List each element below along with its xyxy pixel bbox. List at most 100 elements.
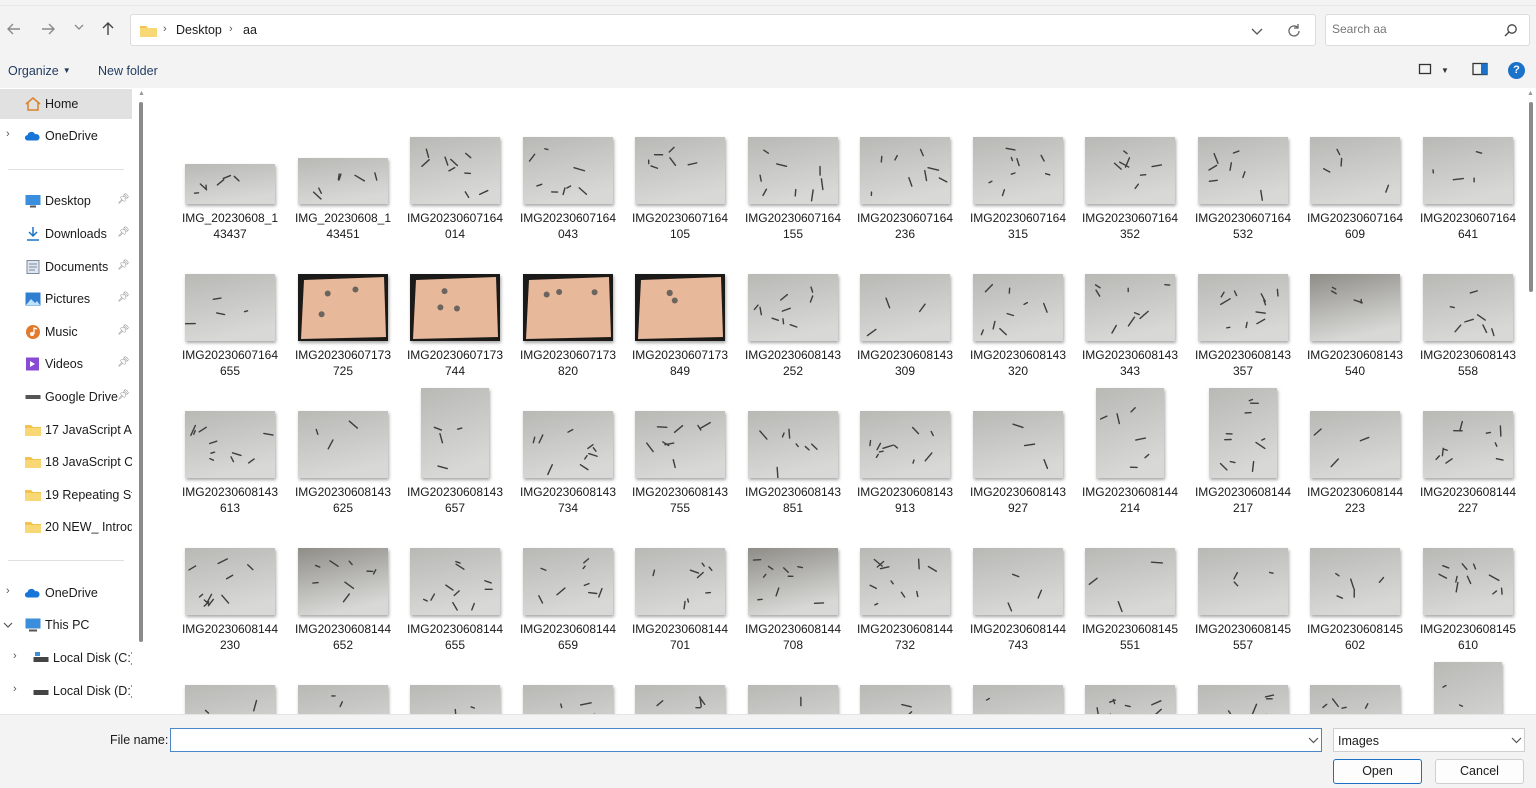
back-button[interactable] xyxy=(3,18,25,40)
file-item[interactable]: IMG20230608143558 xyxy=(1412,241,1524,378)
nav-scrollbar[interactable]: ▲ xyxy=(136,88,148,714)
file-item[interactable]: IMG20230608145610 xyxy=(1412,515,1524,652)
nav-item-local-disk-d[interactable]: › Local Disk (D:) xyxy=(0,676,132,706)
file-name-input[interactable] xyxy=(175,732,1295,746)
file-item[interactable] xyxy=(737,652,849,714)
chevron-down-icon[interactable] xyxy=(3,620,13,630)
recent-locations-button[interactable] xyxy=(68,18,90,40)
nav-item-pictures[interactable]: Pictures 📌︎ xyxy=(0,284,132,314)
file-item[interactable]: IMG20230607164609 xyxy=(1299,104,1411,241)
nav-item-google-drive[interactable]: Google Drive 📌︎ xyxy=(0,382,132,412)
file-item[interactable]: IMG20230608144217 xyxy=(1187,378,1299,515)
file-item[interactable]: IMG20230607173725 xyxy=(287,241,399,378)
view-dropdown-icon[interactable]: ▼ xyxy=(1441,66,1449,75)
file-item[interactable]: IMG20230608145602 xyxy=(1299,515,1411,652)
up-button[interactable] xyxy=(97,18,119,40)
breadcrumb-aa[interactable]: aa xyxy=(243,23,257,37)
file-item[interactable]: IMG_20230608_143451 xyxy=(287,104,399,241)
search-input[interactable] xyxy=(1332,22,1492,36)
file-item[interactable]: IMG20230607164352 xyxy=(1074,104,1186,241)
nav-item-documents[interactable]: Documents 📌︎ xyxy=(0,252,132,282)
nav-item-folder-19[interactable]: 19 Repeating St xyxy=(0,480,132,510)
chevron-right-icon[interactable]: › xyxy=(13,650,17,662)
pin-icon[interactable]: 📌︎ xyxy=(117,390,130,401)
file-item[interactable]: IMG20230607164655 xyxy=(174,241,286,378)
pin-icon[interactable]: 📌︎ xyxy=(117,357,130,368)
preview-pane-icon[interactable] xyxy=(1472,62,1488,76)
file-item[interactable] xyxy=(1074,652,1186,714)
file-item[interactable] xyxy=(399,652,511,714)
file-item[interactable]: IMG20230608144652 xyxy=(287,515,399,652)
file-item[interactable]: IMG20230608143357 xyxy=(1187,241,1299,378)
view-options-icon[interactable] xyxy=(1418,62,1432,76)
file-item[interactable] xyxy=(849,652,961,714)
nav-item-videos[interactable]: Videos 📌︎ xyxy=(0,349,132,379)
file-item[interactable] xyxy=(287,652,399,714)
file-item[interactable]: IMG20230608143851 xyxy=(737,378,849,515)
file-item[interactable]: IMG20230608143252 xyxy=(737,241,849,378)
file-item[interactable]: IMG20230608143734 xyxy=(512,378,624,515)
file-type-select[interactable]: Images xyxy=(1333,728,1525,752)
pin-icon[interactable]: 📌︎ xyxy=(117,325,130,336)
file-item[interactable]: IMG20230608143613 xyxy=(174,378,286,515)
chevron-down-icon[interactable] xyxy=(1511,735,1522,746)
pin-icon[interactable]: 📌︎ xyxy=(117,292,130,303)
help-button[interactable]: ? xyxy=(1508,62,1525,79)
breadcrumb-desktop[interactable]: Desktop xyxy=(176,23,222,37)
pin-icon[interactable]: 📌︎ xyxy=(117,227,130,238)
file-item[interactable]: IMG20230607173820 xyxy=(512,241,624,378)
nav-item-folder-18[interactable]: 18 JavaScript Ob xyxy=(0,447,132,477)
file-item[interactable]: IMG20230608143657 xyxy=(399,378,511,515)
file-item[interactable]: IMG20230608143755 xyxy=(624,378,736,515)
file-item[interactable]: IMG20230608143309 xyxy=(849,241,961,378)
file-item[interactable] xyxy=(512,652,624,714)
file-item[interactable]: IMG20230608143320 xyxy=(962,241,1074,378)
nav-item-local-disk-c[interactable]: › Local Disk (C:) xyxy=(0,643,132,673)
forward-button[interactable] xyxy=(37,18,59,40)
nav-item-onedrive-2[interactable]: › OneDrive xyxy=(0,578,132,608)
new-folder-button[interactable]: New folder xyxy=(98,64,158,78)
file-item[interactable]: IMG20230608143927 xyxy=(962,378,1074,515)
refresh-icon[interactable] xyxy=(1285,22,1303,40)
file-item[interactable]: IMG20230608144230 xyxy=(174,515,286,652)
file-item[interactable]: IMG20230608144214 xyxy=(1074,378,1186,515)
file-item[interactable]: IMG20230608144227 xyxy=(1412,378,1524,515)
nav-item-onedrive[interactable]: › OneDrive xyxy=(0,121,132,151)
file-item[interactable]: IMG20230608144732 xyxy=(849,515,961,652)
cancel-button[interactable]: Cancel xyxy=(1435,759,1524,784)
file-item[interactable] xyxy=(624,652,736,714)
file-item[interactable]: IMG20230607164155 xyxy=(737,104,849,241)
nav-item-this-pc[interactable]: This PC xyxy=(0,610,132,640)
search-icon[interactable] xyxy=(1504,23,1518,37)
file-item[interactable]: IMG20230608143540 xyxy=(1299,241,1411,378)
open-button[interactable]: Open xyxy=(1333,759,1422,784)
file-item[interactable]: IMG20230608144708 xyxy=(737,515,849,652)
file-item[interactable]: IMG20230607173849 xyxy=(624,241,736,378)
organize-button[interactable]: Organize▼ xyxy=(8,64,71,78)
file-name-combobox[interactable] xyxy=(170,728,1322,752)
pin-icon[interactable]: 📌︎ xyxy=(117,194,130,205)
nav-item-music[interactable]: Music 📌︎ xyxy=(0,317,132,347)
address-bar[interactable]: › Desktop › aa xyxy=(130,14,1316,46)
file-item[interactable]: IMG20230607164236 xyxy=(849,104,961,241)
chevron-right-icon[interactable]: › xyxy=(13,683,17,695)
file-item[interactable]: IMG20230608144223 xyxy=(1299,378,1411,515)
file-item[interactable]: IMG20230607173744 xyxy=(399,241,511,378)
file-item[interactable]: IMG20230608144743 xyxy=(962,515,1074,652)
file-item[interactable]: IMG20230608144655 xyxy=(399,515,511,652)
file-item[interactable]: IMG20230607164315 xyxy=(962,104,1074,241)
file-item[interactable]: IMG20230608145551 xyxy=(1074,515,1186,652)
file-item[interactable]: IMG20230607164532 xyxy=(1187,104,1299,241)
file-item[interactable]: IMG20230607164014 xyxy=(399,104,511,241)
file-item[interactable]: IMG20230607164641 xyxy=(1412,104,1524,241)
chevron-right-icon[interactable]: › xyxy=(6,585,10,597)
file-item[interactable] xyxy=(1187,652,1299,714)
file-item[interactable] xyxy=(962,652,1074,714)
file-item[interactable]: IMG20230607164043 xyxy=(512,104,624,241)
file-item[interactable]: IMG20230608143343 xyxy=(1074,241,1186,378)
file-item[interactable]: IMG20230608143913 xyxy=(849,378,961,515)
nav-item-home[interactable]: Home xyxy=(0,89,132,119)
content-scroll-thumb[interactable] xyxy=(1529,102,1533,292)
file-item[interactable]: IMG20230608145557 xyxy=(1187,515,1299,652)
file-item[interactable] xyxy=(174,652,286,714)
